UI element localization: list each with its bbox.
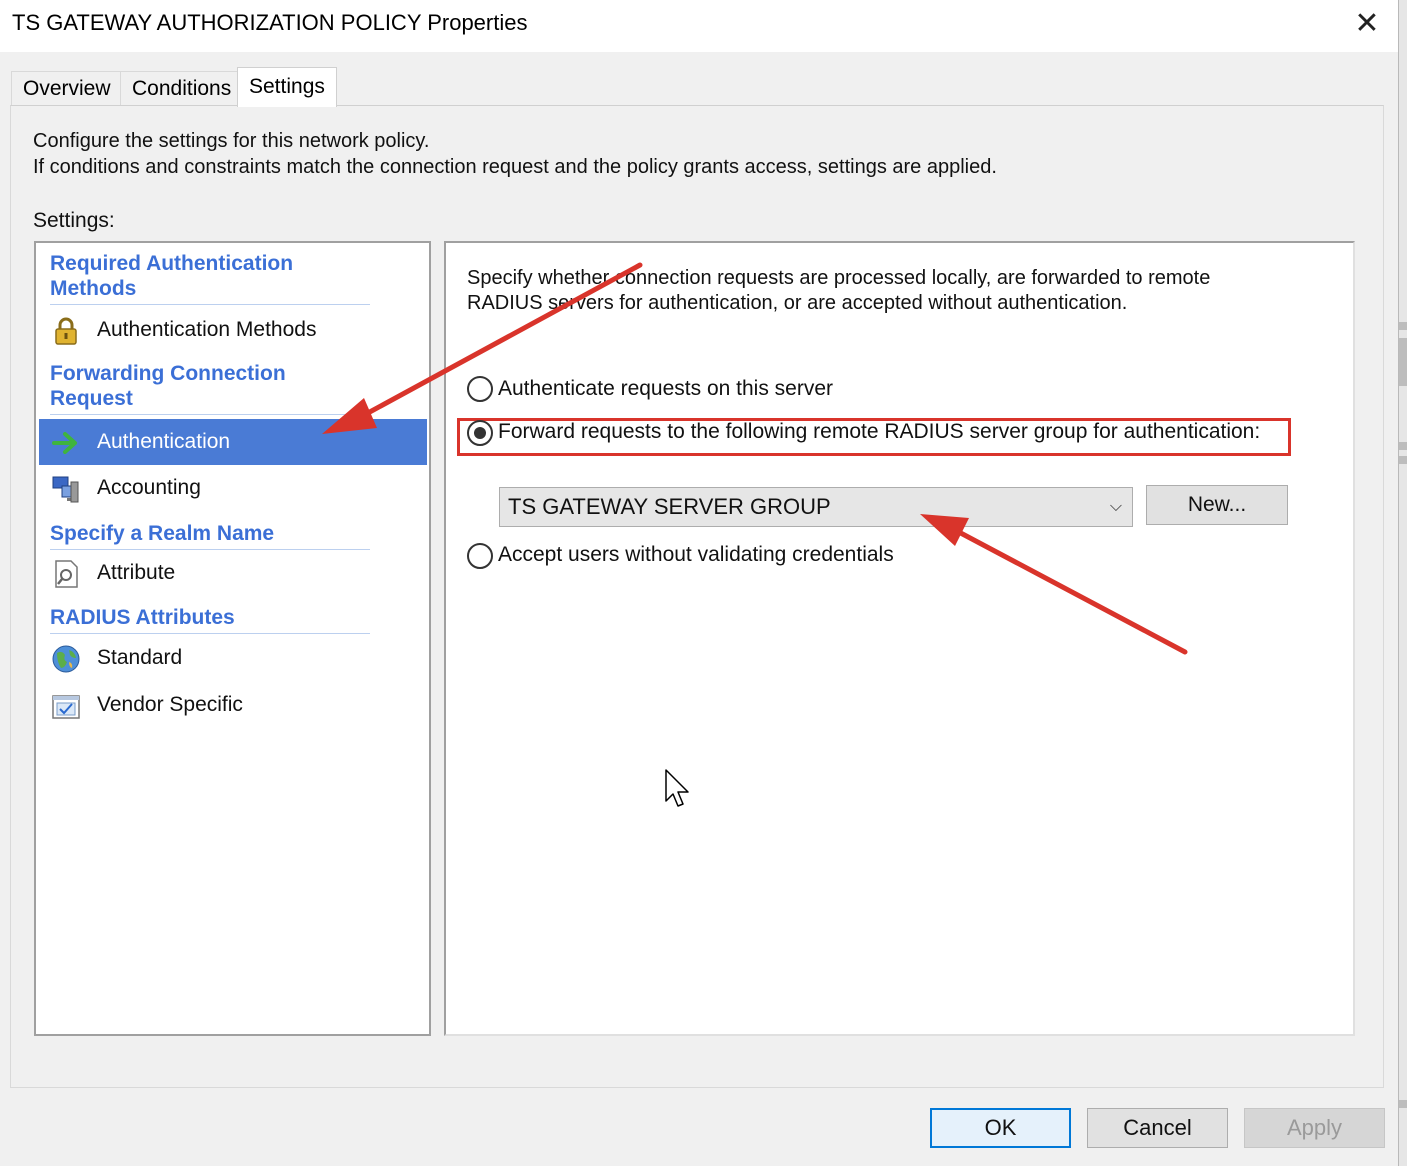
radio-label-forward-requests[interactable]: Forward requests to the following remote… xyxy=(498,420,1260,444)
group-header-radius: RADIUS Attributes xyxy=(50,605,370,634)
list-item-label: Authentication Methods xyxy=(97,318,317,341)
panel-description-1: Specify whether connection requests are … xyxy=(467,267,1211,289)
list-item-standard[interactable]: Standard xyxy=(39,635,427,681)
document-magnifier-icon xyxy=(55,560,78,588)
lock-icon xyxy=(55,317,77,345)
tab-settings[interactable]: Settings xyxy=(237,67,337,107)
list-item-authentication[interactable]: Authentication xyxy=(39,419,427,465)
settings-label: Settings: xyxy=(33,209,115,232)
forwarding-settings-panel: Specify whether connection requests are … xyxy=(444,241,1355,1036)
green-arrow-icon xyxy=(52,432,77,454)
list-item-authentication-methods[interactable]: Authentication Methods xyxy=(39,307,427,353)
radio-label-authenticate-locally[interactable]: Authenticate requests on this server xyxy=(498,377,833,401)
list-item-attribute[interactable]: Attribute xyxy=(39,550,427,596)
list-item-label: Standard xyxy=(97,646,183,669)
window-title: TS GATEWAY AUTHORIZATION POLICY Properti… xyxy=(12,10,528,35)
chevron-down-icon: ⌵ xyxy=(1109,498,1122,515)
radio-accept-without-validation[interactable] xyxy=(467,543,493,569)
close-button[interactable]: ✕ xyxy=(1344,4,1390,44)
panel-description-2: RADIUS servers for authentication, or ar… xyxy=(467,292,1128,314)
group-header-forwarding: Forwarding Connection Request xyxy=(50,361,370,415)
checkbox-window-icon xyxy=(52,695,80,719)
ok-button[interactable]: OK xyxy=(930,1108,1071,1148)
group-header-required-auth: Required Authentication Methods xyxy=(50,251,370,305)
close-icon: ✕ xyxy=(1354,7,1380,40)
server-group-value: TS GATEWAY SERVER GROUP xyxy=(508,494,831,519)
tab-conditions[interactable]: Conditions xyxy=(120,71,244,105)
settings-list: Required Authentication Methods Authenti… xyxy=(34,241,431,1036)
list-item-label: Vendor Specific xyxy=(97,693,243,716)
settings-description-2: If conditions and constraints match the … xyxy=(33,156,997,178)
list-item-label: Attribute xyxy=(97,561,176,584)
new-server-group-button[interactable]: New... xyxy=(1146,485,1288,525)
list-item-label: Accounting xyxy=(97,476,201,499)
group-header-realm: Specify a Realm Name xyxy=(50,521,370,550)
globe-icon xyxy=(52,645,80,673)
list-item-label: Authentication xyxy=(97,430,231,453)
window-edge xyxy=(1398,0,1407,1166)
server-group-dropdown[interactable]: TS GATEWAY SERVER GROUP ⌵ xyxy=(499,487,1133,527)
radio-forward-requests[interactable] xyxy=(467,420,493,446)
apply-button: Apply xyxy=(1244,1108,1385,1148)
title-bar: TS GATEWAY AUTHORIZATION POLICY Properti… xyxy=(0,0,1398,52)
list-item-accounting[interactable]: Accounting xyxy=(39,465,427,511)
radio-authenticate-locally[interactable] xyxy=(467,376,493,402)
tab-overview[interactable]: Overview xyxy=(11,71,123,105)
list-item-vendor-specific[interactable]: Vendor Specific xyxy=(39,682,427,728)
settings-description-1: Configure the settings for this network … xyxy=(33,130,430,152)
cancel-button[interactable]: Cancel xyxy=(1087,1108,1228,1148)
radio-label-accept-without-validation[interactable]: Accept users without validating credenti… xyxy=(498,543,894,567)
computers-icon xyxy=(52,476,79,503)
